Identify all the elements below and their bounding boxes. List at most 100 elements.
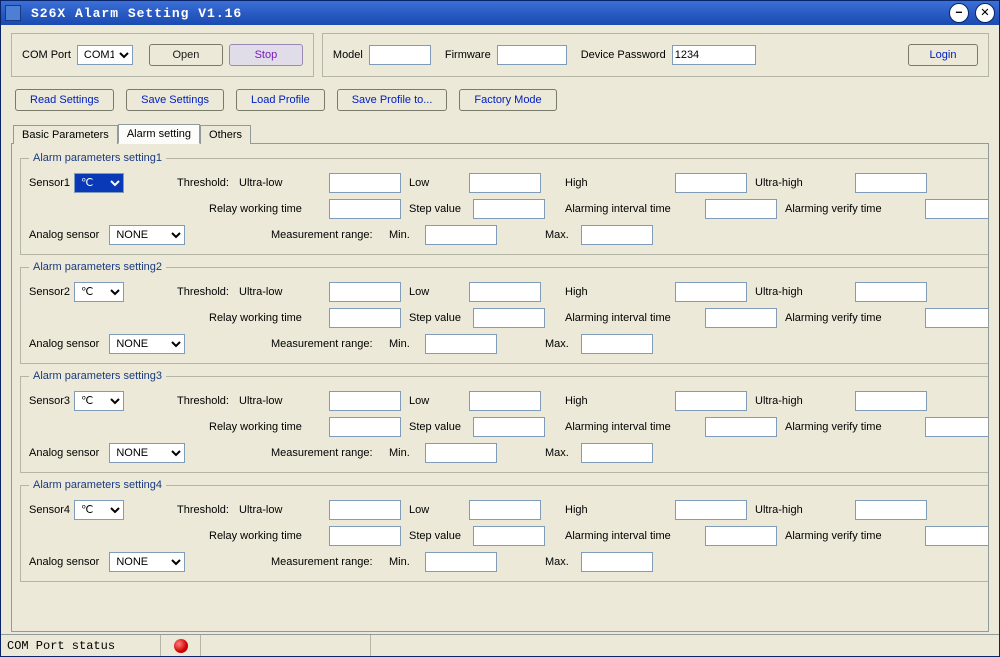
- step-value-input[interactable]: [473, 308, 545, 328]
- tab-panel: Alarm parameters setting1Sensor1℃Thresho…: [11, 143, 989, 632]
- read-settings-button[interactable]: Read Settings: [15, 89, 114, 111]
- status-label: COM Port status: [1, 635, 161, 656]
- sensor-unit-select[interactable]: ℃: [74, 500, 124, 520]
- sensor-label: Sensor3: [29, 395, 70, 407]
- high-input[interactable]: [675, 173, 747, 193]
- load-profile-button[interactable]: Load Profile: [236, 89, 325, 111]
- alarm-verify-input[interactable]: [925, 308, 989, 328]
- firmware-field[interactable]: [497, 45, 567, 65]
- step-value-input[interactable]: [473, 199, 545, 219]
- alarm-interval-input[interactable]: [705, 308, 777, 328]
- statusbar: COM Port status: [1, 634, 999, 656]
- save-settings-button[interactable]: Save Settings: [126, 89, 224, 111]
- device-panel: Model Firmware Device Password Login: [322, 33, 989, 77]
- alarm-interval-label: Alarming interval time: [565, 530, 705, 542]
- measurement-range-label: Measurement range:: [271, 556, 389, 568]
- analog-sensor-select[interactable]: NONE: [109, 225, 185, 245]
- ultra-low-label: Ultra-low: [239, 395, 329, 407]
- tab-alarm-setting[interactable]: Alarm setting: [118, 124, 200, 144]
- model-field[interactable]: [369, 45, 431, 65]
- max-input[interactable]: [581, 552, 653, 572]
- minimize-button[interactable]: –: [949, 3, 969, 23]
- ultra-high-label: Ultra-high: [755, 395, 855, 407]
- ultra-low-input[interactable]: [329, 391, 401, 411]
- alarm-interval-label: Alarming interval time: [565, 312, 705, 324]
- min-input[interactable]: [425, 443, 497, 463]
- max-input[interactable]: [581, 443, 653, 463]
- device-password-field[interactable]: [672, 45, 756, 65]
- ultra-high-input[interactable]: [855, 500, 927, 520]
- analog-sensor-select[interactable]: NONE: [109, 443, 185, 463]
- com-port-select[interactable]: COM1: [77, 45, 133, 65]
- low-input[interactable]: [469, 500, 541, 520]
- factory-mode-button[interactable]: Factory Mode: [459, 89, 556, 111]
- analog-sensor-select[interactable]: NONE: [109, 552, 185, 572]
- low-input[interactable]: [469, 173, 541, 193]
- relay-time-input[interactable]: [329, 526, 401, 546]
- com-panel: COM Port COM1 Open Stop: [11, 33, 314, 77]
- app-icon: [5, 5, 21, 21]
- ultra-high-input[interactable]: [855, 173, 927, 193]
- analog-sensor-select[interactable]: NONE: [109, 334, 185, 354]
- group-legend: Alarm parameters setting3: [29, 370, 166, 382]
- threshold-label: Threshold:: [177, 395, 239, 407]
- low-label: Low: [409, 395, 469, 407]
- low-label: Low: [409, 504, 469, 516]
- high-label: High: [565, 504, 675, 516]
- step-value-label: Step value: [409, 421, 473, 433]
- login-button[interactable]: Login: [908, 44, 978, 66]
- step-value-label: Step value: [409, 530, 473, 542]
- alarm-interval-input[interactable]: [705, 526, 777, 546]
- min-label: Min.: [389, 229, 425, 241]
- analog-sensor-label: Analog sensor: [29, 556, 99, 568]
- device-password-label: Device Password: [581, 49, 666, 61]
- measurement-range-label: Measurement range:: [271, 447, 389, 459]
- close-button[interactable]: ✕: [975, 3, 995, 23]
- ultra-low-input[interactable]: [329, 173, 401, 193]
- ultra-high-input[interactable]: [855, 282, 927, 302]
- alarm-interval-input[interactable]: [705, 199, 777, 219]
- group-legend: Alarm parameters setting4: [29, 479, 166, 491]
- ultra-low-input[interactable]: [329, 500, 401, 520]
- high-label: High: [565, 177, 675, 189]
- alarm-verify-input[interactable]: [925, 199, 989, 219]
- alarm-verify-input[interactable]: [925, 526, 989, 546]
- max-input[interactable]: [581, 225, 653, 245]
- step-value-input[interactable]: [473, 526, 545, 546]
- stop-button[interactable]: Stop: [229, 44, 303, 66]
- max-input[interactable]: [581, 334, 653, 354]
- sensor-unit-select[interactable]: ℃: [74, 173, 124, 193]
- relay-time-input[interactable]: [329, 417, 401, 437]
- high-input[interactable]: [675, 500, 747, 520]
- relay-time-input[interactable]: [329, 308, 401, 328]
- low-input[interactable]: [469, 391, 541, 411]
- high-input[interactable]: [675, 391, 747, 411]
- ultra-high-input[interactable]: [855, 391, 927, 411]
- high-label: High: [565, 395, 675, 407]
- high-input[interactable]: [675, 282, 747, 302]
- step-value-input[interactable]: [473, 417, 545, 437]
- alarm-interval-input[interactable]: [705, 417, 777, 437]
- low-input[interactable]: [469, 282, 541, 302]
- sensor-label: Sensor2: [29, 286, 70, 298]
- min-input[interactable]: [425, 552, 497, 572]
- model-label: Model: [333, 49, 363, 61]
- sensor-label: Sensor4: [29, 504, 70, 516]
- sensor-unit-select[interactable]: ℃: [74, 391, 124, 411]
- ultra-low-input[interactable]: [329, 282, 401, 302]
- min-input[interactable]: [425, 225, 497, 245]
- firmware-label: Firmware: [445, 49, 491, 61]
- sensor-unit-select[interactable]: ℃: [74, 282, 124, 302]
- max-label: Max.: [545, 229, 581, 241]
- open-button[interactable]: Open: [149, 44, 223, 66]
- app-window: S26X Alarm Setting V1.16 – ✕ COM Port CO…: [0, 0, 1000, 657]
- tab-others[interactable]: Others: [200, 125, 251, 144]
- alarm-group-2: Alarm parameters setting2Sensor2℃Thresho…: [20, 261, 989, 364]
- led-red-icon: [174, 639, 188, 653]
- alarm-verify-input[interactable]: [925, 417, 989, 437]
- relay-time-input[interactable]: [329, 199, 401, 219]
- save-profile-to-button[interactable]: Save Profile to...: [337, 89, 448, 111]
- alarm-verify-label: Alarming verify time: [785, 530, 925, 542]
- tab-basic-parameters[interactable]: Basic Parameters: [13, 125, 118, 144]
- min-input[interactable]: [425, 334, 497, 354]
